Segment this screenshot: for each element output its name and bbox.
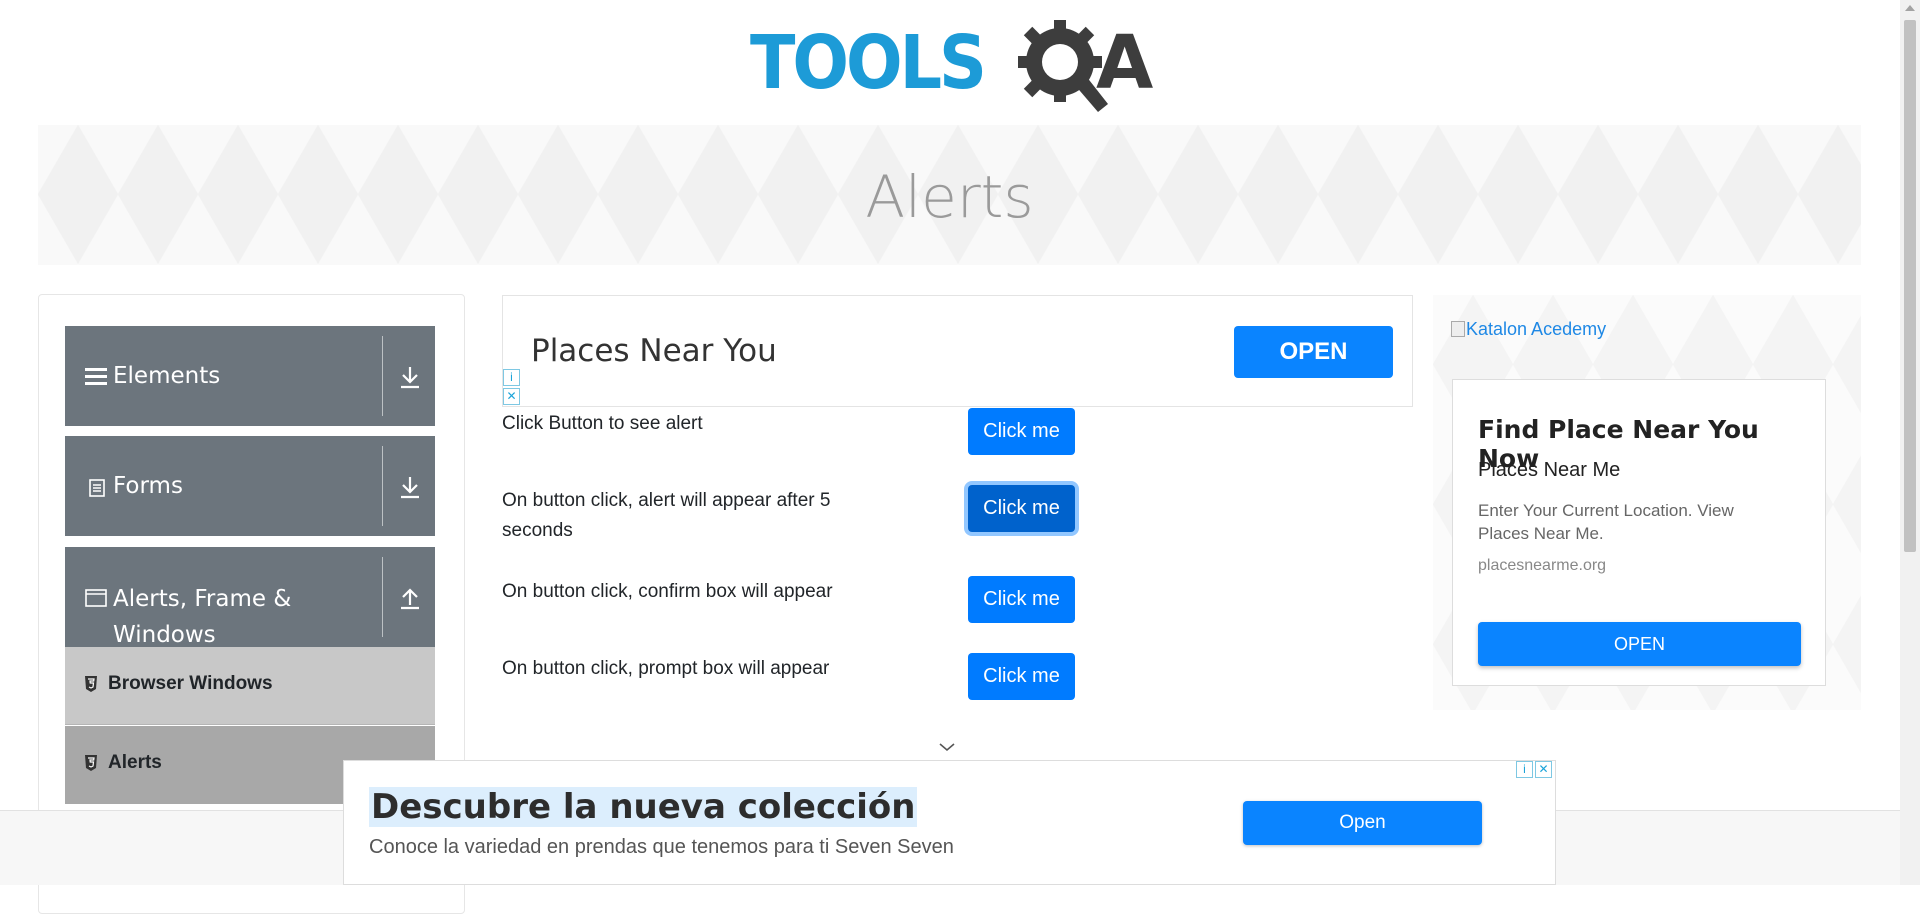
katalon-image-link[interactable]: Katalon Acedemy [1451,319,1606,340]
image-alt-text: Katalon Acedemy [1466,319,1607,339]
chevron-down-icon[interactable] [938,741,956,753]
scroll-up-arrow-icon[interactable] [1905,5,1915,11]
confirm-row-text: On button click, confirm box will appear [502,581,833,602]
alert-row-text: Click Button to see alert [502,413,703,434]
ad-title: Places Near You [531,333,777,369]
download-icon[interactable] [395,472,425,502]
scrollbar-thumb[interactable] [1904,20,1916,552]
ad-open-button[interactable]: OPEN [1478,622,1801,666]
sidebar-item-label: Browser Windows [108,673,273,694]
ad-description: Enter Your Current Location. View Places… [1478,501,1734,543]
hamburger-icon [85,368,107,385]
close-icon[interactable]: ✕ [503,388,520,405]
alert-button[interactable]: Click me [968,408,1075,455]
sidebar-group-elements[interactable]: Elements [65,326,435,426]
timer-alert-row-text: On button click, alert will appear after… [502,490,831,541]
ad-description: Conoce la variedad en prendas que tenemo… [369,836,954,858]
sidebar-group-forms[interactable]: Forms [65,436,435,536]
close-icon[interactable]: ✕ [1535,761,1552,778]
top-advertisement[interactable]: Places Near You OPEN i ✕ [502,295,1413,407]
html5-icon [85,755,97,771]
info-icon[interactable]: i [1516,761,1533,778]
html5-icon [85,676,97,692]
confirm-button[interactable]: Click me [968,576,1075,623]
sidebar-item-browser-windows[interactable]: Browser Windows [65,647,435,725]
sidebar-group-label: Alerts, Frame & Windows [113,581,291,653]
label-line-1: Alerts, Frame & [113,586,292,612]
ad-subtitle: Places Near Me [1478,459,1621,481]
right-advertisement: Katalon Acedemy i ✕ Find Place Near You … [1433,295,1861,710]
logo-a-text: A [1096,20,1154,106]
prompt-row-text: On button click, prompt box will appear [502,658,830,679]
broken-image-icon [1451,321,1465,337]
sidebar-group-label: Forms [113,473,183,499]
ad-open-button[interactable]: OPEN [1234,326,1393,378]
upload-icon[interactable] [395,583,425,613]
ad-open-button[interactable]: Open [1243,801,1482,845]
ad-title: Descubre la nueva colección [369,787,918,827]
page-banner: Alerts [38,125,1861,265]
download-icon[interactable] [395,362,425,392]
timer-alert-button[interactable]: Click me [968,485,1075,532]
window-icon [85,589,107,607]
sidebar-group-alerts-frame-windows[interactable]: Alerts, Frame & Windows [65,547,435,648]
sidebar-item-label: Alerts [108,752,162,773]
prompt-button[interactable]: Click me [968,653,1075,700]
ad-url: placesnearme.org [1478,557,1607,574]
toolsqa-logo[interactable]: TOOLS A [750,18,1154,113]
page-title: Alerts [865,163,1034,231]
divider [382,446,383,526]
ad-box[interactable]: Find Place Near You Now Places Near Me E… [1452,379,1826,686]
bottom-advertisement[interactable]: Descubre la nueva colección Conoce la va… [343,760,1556,885]
document-icon [89,479,105,497]
divider [382,557,383,637]
label-line-2: Windows [113,622,216,648]
info-icon[interactable]: i [503,369,520,386]
sidebar-group-label: Elements [113,363,221,389]
divider [382,336,383,416]
vertical-scrollbar[interactable] [1900,0,1920,885]
logo-tools-text: TOOLS [750,20,987,106]
